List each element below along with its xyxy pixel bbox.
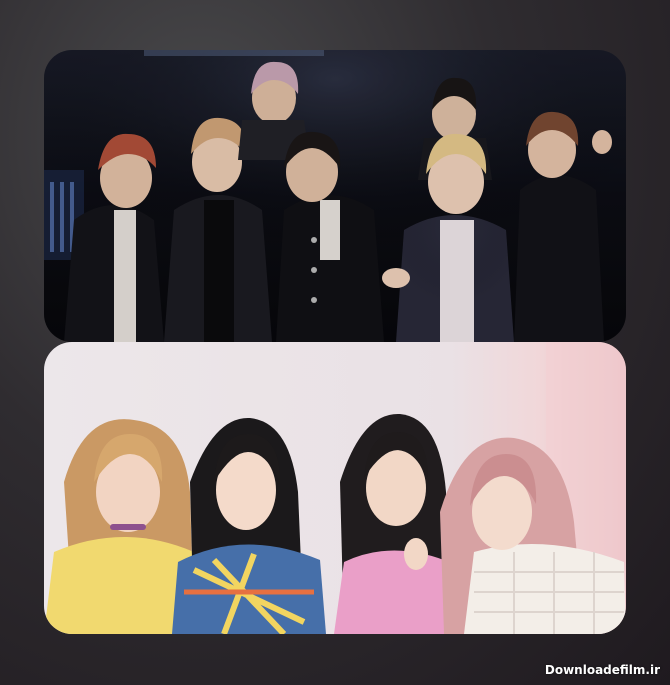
bottom-group-photo xyxy=(44,342,626,634)
top-photo-illustration xyxy=(44,50,626,342)
top-group-photo xyxy=(44,50,626,342)
watermark-text: Downloadefilm.ir xyxy=(544,663,660,677)
bottom-photo-illustration xyxy=(44,342,626,634)
